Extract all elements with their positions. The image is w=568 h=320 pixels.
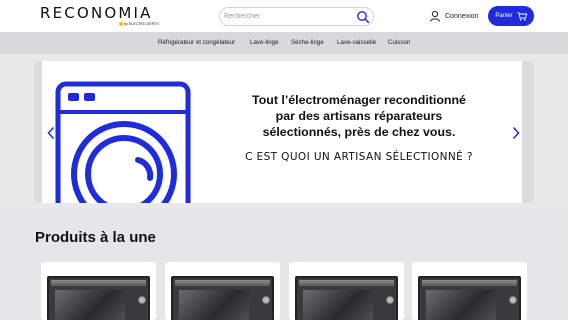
logo-subtext: by ELECTRO DEPOT <box>118 22 159 27</box>
hero-headline-line-1: Tout l’électroménager reconditionné <box>252 93 466 107</box>
carousel-prev-icon[interactable] <box>46 126 56 140</box>
hero-edge-right <box>522 61 534 203</box>
oven-product-image <box>418 276 521 320</box>
category-seche-linge[interactable]: Sèche-linge <box>291 39 324 46</box>
washing-machine-illustration <box>55 81 191 203</box>
category-nav: Réfrigérateur et congélateur Lave-linge … <box>0 32 568 54</box>
oven-product-image <box>295 276 398 320</box>
carousel-next-icon[interactable] <box>511 126 521 140</box>
logo[interactable]: RECONOMIA by ELECTRO DEPOT <box>40 4 170 30</box>
cart-icon <box>517 11 527 21</box>
category-refrigerateur[interactable]: Réfrigérateur et congélateur <box>158 39 235 46</box>
oven-knob-icon <box>509 296 517 304</box>
category-cuisson[interactable]: Cuisson <box>388 39 410 46</box>
cart-button[interactable]: Panier <box>488 6 534 26</box>
oven-knob-icon <box>386 296 394 304</box>
user-icon <box>430 10 440 22</box>
site-header: RECONOMIA by ELECTRO DEPOT Connexion Pan… <box>0 0 568 32</box>
products-title: Produits à la une <box>35 229 156 246</box>
oven-product-image <box>171 276 274 320</box>
hero-headline-line-3: sélectionnés, près de chez vous. <box>262 125 456 139</box>
cart-label: Panier <box>495 13 513 19</box>
hero-headline-line-2: par des artisans réparateurs <box>275 109 443 123</box>
product-card[interactable] <box>412 262 527 320</box>
category-lave-linge[interactable]: Lave-linge <box>250 39 279 46</box>
oven-knob-icon <box>138 296 146 304</box>
login-link[interactable]: Connexion <box>429 8 478 24</box>
logo-subtext-label: by ELECTRO DEPOT <box>124 22 160 26</box>
oven-product-image <box>47 276 150 320</box>
oven-knob-icon <box>262 296 270 304</box>
search-bar <box>219 7 374 26</box>
logo-text: RECONOMIA <box>40 4 153 22</box>
product-card[interactable] <box>41 262 156 320</box>
login-label: Connexion <box>445 12 479 20</box>
product-card[interactable] <box>165 262 280 320</box>
hero-headline: Tout l’électroménager reconditionné par … <box>228 92 490 140</box>
search-input[interactable] <box>224 10 350 23</box>
category-lave-vaisselle[interactable]: Lave-vaisselle <box>337 39 376 46</box>
electro-depot-dot-icon <box>119 22 123 27</box>
artisan-info-link[interactable]: C EST QUOI UN ARTISAN SÉLECTIONNÉ ? <box>228 151 490 163</box>
product-card[interactable] <box>289 262 404 320</box>
search-icon[interactable] <box>356 10 370 24</box>
hero-edge-left <box>34 61 42 203</box>
